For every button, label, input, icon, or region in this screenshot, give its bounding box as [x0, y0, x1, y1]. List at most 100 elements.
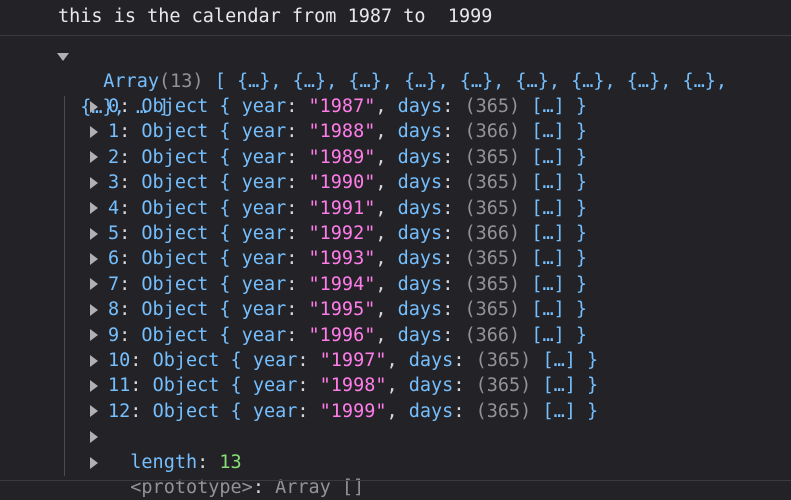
item-days-key: days — [408, 350, 454, 371]
item-days-key: days — [397, 172, 443, 194]
item-expand-icon[interactable] — [90, 202, 98, 215]
item-index: 10 — [108, 350, 131, 371]
item-index: 2 — [108, 146, 120, 168]
item-year-key: year — [241, 121, 287, 143]
item-days-count: (366) — [464, 121, 521, 143]
item-year-key: year — [241, 273, 287, 295]
item-days-key: days — [397, 324, 443, 346]
item-year-key: year — [252, 350, 298, 371]
item-expand-icon[interactable] — [90, 303, 98, 316]
item-type: Object — [141, 273, 209, 295]
item-expand-icon[interactable] — [90, 227, 98, 240]
item-year-key: year — [241, 197, 287, 219]
array-preview-line1: [ {…}, {…}, {…}, {…}, {…}, {…}, {…}, {…}… — [214, 71, 728, 92]
item-type: Object — [141, 172, 209, 194]
array-item-row[interactable]: 3: Object { year: "1990", days: (365) […… — [108, 170, 587, 195]
item-days-array: […] — [531, 146, 565, 168]
item-days-array: […] — [531, 223, 565, 244]
item-expand-icon[interactable] — [90, 379, 98, 392]
item-days-count: (365) — [464, 248, 521, 270]
item-type: Object — [141, 146, 209, 168]
array-item-row[interactable]: 7: Object { year: "1994", days: (365) […… — [108, 272, 587, 297]
item-days-array: […] — [531, 197, 565, 219]
console-log-message: this is the calendar from 1987 to 1999 — [58, 6, 493, 27]
item-days-count: (365) — [475, 400, 532, 422]
item-days-array: […] — [542, 350, 576, 371]
item-year-key: year — [241, 248, 287, 270]
item-days-array: […] — [531, 172, 565, 194]
item-days-count: (366) — [464, 324, 521, 346]
item-expand-icon[interactable] — [90, 176, 98, 189]
array-item-row[interactable]: 9: Object { year: "1996", days: (366) […… — [108, 323, 587, 348]
item-expand-icon[interactable] — [90, 100, 98, 113]
item-year-key: year — [241, 299, 287, 321]
item-days-count: (365) — [464, 96, 521, 117]
prototype-row[interactable]: <prototype>: Array [] — [108, 450, 364, 498]
item-days-count: (366) — [464, 223, 521, 244]
item-days-count: (365) — [475, 350, 532, 371]
item-type: Object — [141, 197, 209, 219]
item-year-key: year — [252, 375, 298, 397]
item-year-value: "1989" — [308, 146, 376, 168]
item-year-value: "1994" — [308, 273, 376, 295]
array-preview-continuation: {…}, … ] — [58, 70, 169, 118]
array-item-row[interactable]: 5: Object { year: "1992", days: (366) […… — [108, 221, 587, 246]
item-expand-icon[interactable] — [90, 252, 98, 265]
array-item-row[interactable]: 11: Object { year: "1998", days: (365) [… — [108, 373, 598, 398]
item-index: 0 — [108, 96, 120, 117]
item-type: Object — [152, 400, 220, 422]
array-length-row: length: 13 — [130, 452, 242, 473]
item-expand-icon[interactable] — [90, 329, 98, 342]
item-year-value: "1998" — [319, 375, 387, 397]
item-days-key: days — [397, 223, 443, 244]
array-item-row[interactable]: 0: Object { year: "1987", days: (365) […… — [108, 94, 587, 119]
item-days-array: […] — [531, 248, 565, 270]
array-item-row[interactable]: 2: Object { year: "1989", days: (365) […… — [108, 145, 587, 170]
item-expand-icon[interactable] — [90, 151, 98, 164]
item-expand-icon[interactable] — [90, 405, 98, 418]
array-item-row[interactable]: 4: Object { year: "1991", days: (365) […… — [108, 196, 587, 221]
item-days-array: […] — [531, 121, 565, 143]
item-days-array: […] — [531, 299, 565, 321]
array-item-row[interactable]: 1: Object { year: "1988", days: (366) […… — [108, 119, 587, 144]
item-type: Object — [141, 248, 209, 270]
item-index: 6 — [108, 248, 120, 270]
item-expand-icon[interactable] — [90, 278, 98, 291]
array-item-row[interactable]: 10: Object { year: "1997", days: (365) [… — [108, 348, 598, 373]
item-type: Object — [141, 121, 209, 143]
item-days-array: […] — [531, 273, 565, 295]
item-year-key: year — [241, 172, 287, 194]
item-year-value: "1988" — [308, 121, 376, 143]
expand-toggle-icon[interactable] — [57, 53, 69, 61]
array-item-row[interactable]: 8: Object { year: "1995", days: (365) […… — [108, 297, 587, 322]
item-index: 4 — [108, 197, 120, 219]
item-year-key: year — [241, 146, 287, 168]
item-expand-icon[interactable] — [90, 354, 98, 367]
item-days-count: (365) — [464, 172, 521, 194]
item-days-key: days — [408, 375, 454, 397]
item-year-value: "1996" — [308, 324, 376, 346]
array-item-row[interactable]: 12: Object { year: "1999", days: (365) [… — [108, 399, 598, 424]
item-expand-icon[interactable] — [90, 125, 98, 138]
item-type: Object — [152, 375, 220, 397]
item-type: Object — [141, 223, 209, 244]
item-index: 7 — [108, 273, 120, 295]
prototype-expand-icon[interactable] — [90, 457, 98, 469]
item-year-key: year — [241, 96, 287, 117]
item-days-key: days — [397, 121, 443, 143]
item-index: 1 — [108, 121, 120, 143]
item-type: Object — [152, 350, 220, 371]
length-spacer — [90, 431, 98, 443]
item-days-key: days — [397, 299, 443, 321]
item-index: 12 — [108, 400, 131, 422]
tree-guide-line — [64, 96, 65, 476]
item-year-key: year — [241, 324, 287, 346]
array-item-row[interactable]: 6: Object { year: "1993", days: (365) […… — [108, 246, 587, 271]
item-year-value: "1999" — [319, 400, 387, 422]
item-year-value: "1987" — [308, 96, 376, 117]
array-header[interactable]: Array(13) [ {…}, {…}, {…}, {…}, {…}, {…}… — [81, 44, 727, 92]
item-days-count: (365) — [464, 273, 521, 295]
item-days-array: […] — [542, 400, 576, 422]
item-index: 8 — [108, 299, 120, 321]
item-year-value: "1993" — [308, 248, 376, 270]
